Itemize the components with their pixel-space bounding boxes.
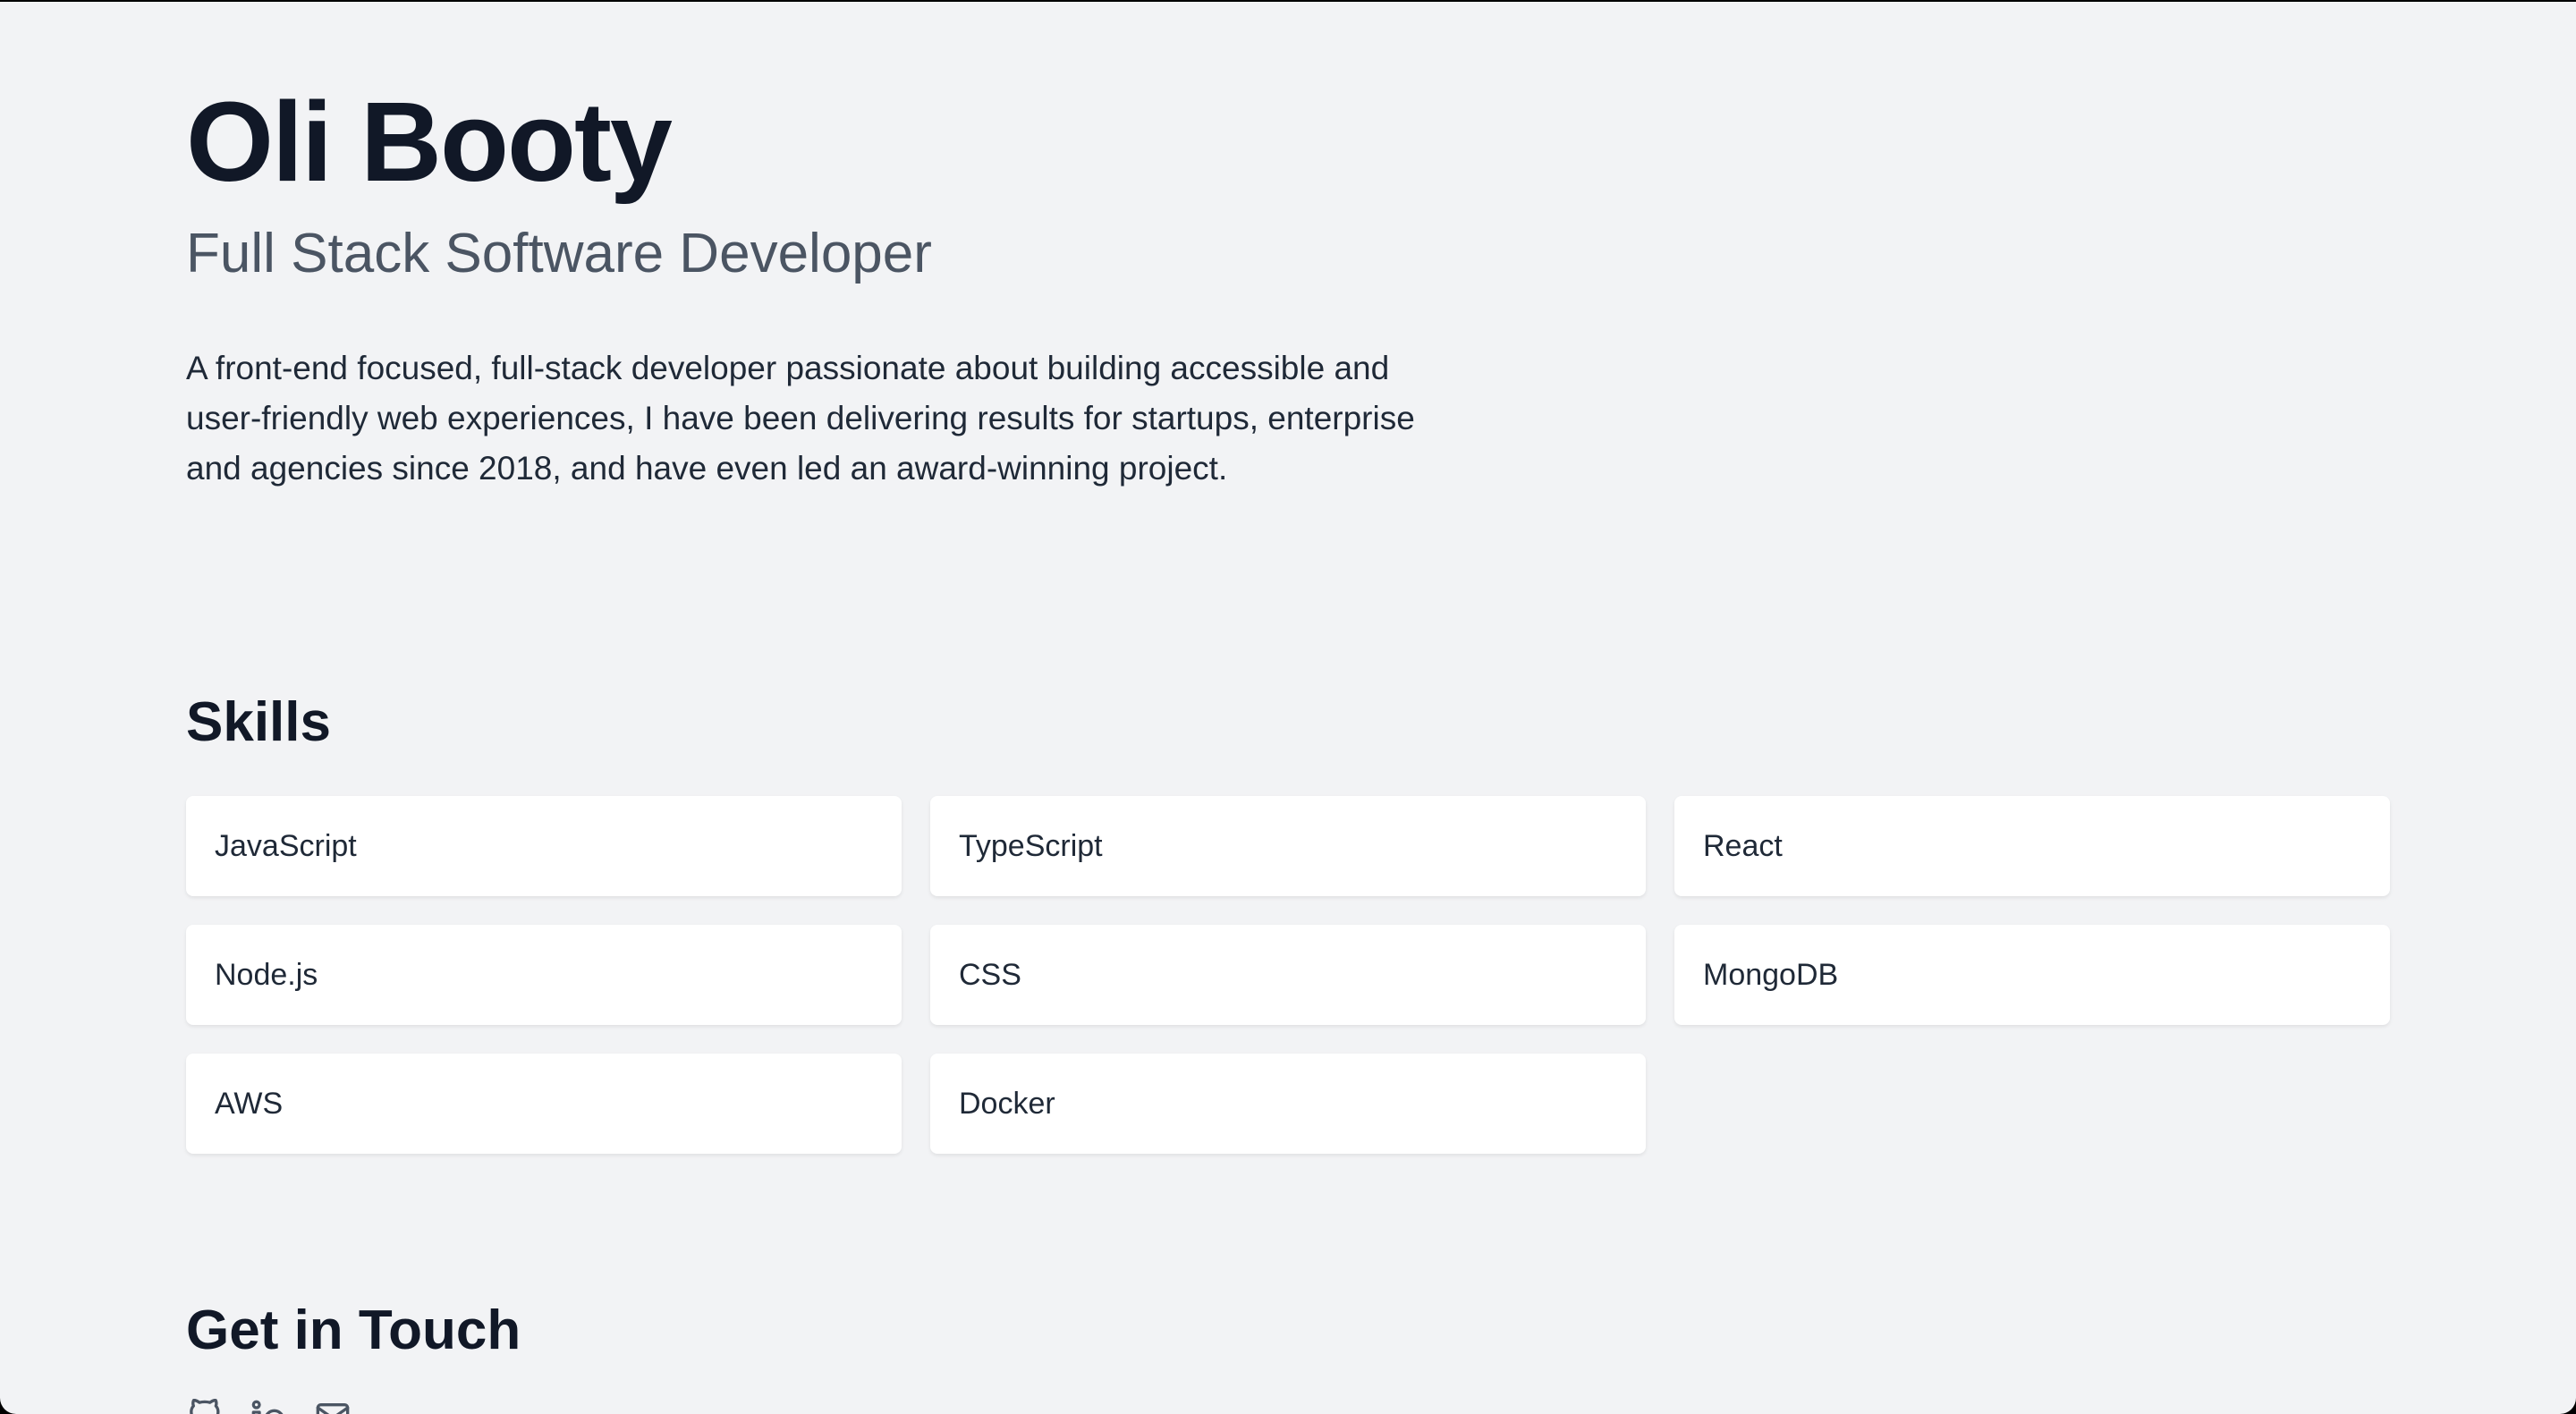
skill-card: MongoDB xyxy=(1674,925,2390,1025)
linkedin-icon[interactable] xyxy=(250,1399,286,1414)
page-viewport: Oli Booty Full Stack Software Developer … xyxy=(0,2,2576,1414)
skills-heading: Skills xyxy=(186,691,331,753)
github-icon[interactable] xyxy=(186,1399,222,1414)
skill-card: JavaScript xyxy=(186,796,902,896)
job-title: Full Stack Software Developer xyxy=(186,223,932,284)
email-icon[interactable] xyxy=(315,1399,351,1414)
skills-grid: JavaScript TypeScript React Node.js CSS … xyxy=(186,796,2390,1154)
contact-links xyxy=(186,1399,351,1414)
skill-card: React xyxy=(1674,796,2390,896)
skill-card: AWS xyxy=(186,1054,902,1154)
skill-card: Docker xyxy=(930,1054,1646,1154)
bio-text: A front-end focused, full-stack develope… xyxy=(186,350,1415,487)
contact-heading: Get in Touch xyxy=(186,1300,521,1361)
skill-card: TypeScript xyxy=(930,796,1646,896)
skill-card: Node.js xyxy=(186,925,902,1025)
skill-card: CSS xyxy=(930,925,1646,1025)
page-title: Oli Booty xyxy=(186,79,673,205)
